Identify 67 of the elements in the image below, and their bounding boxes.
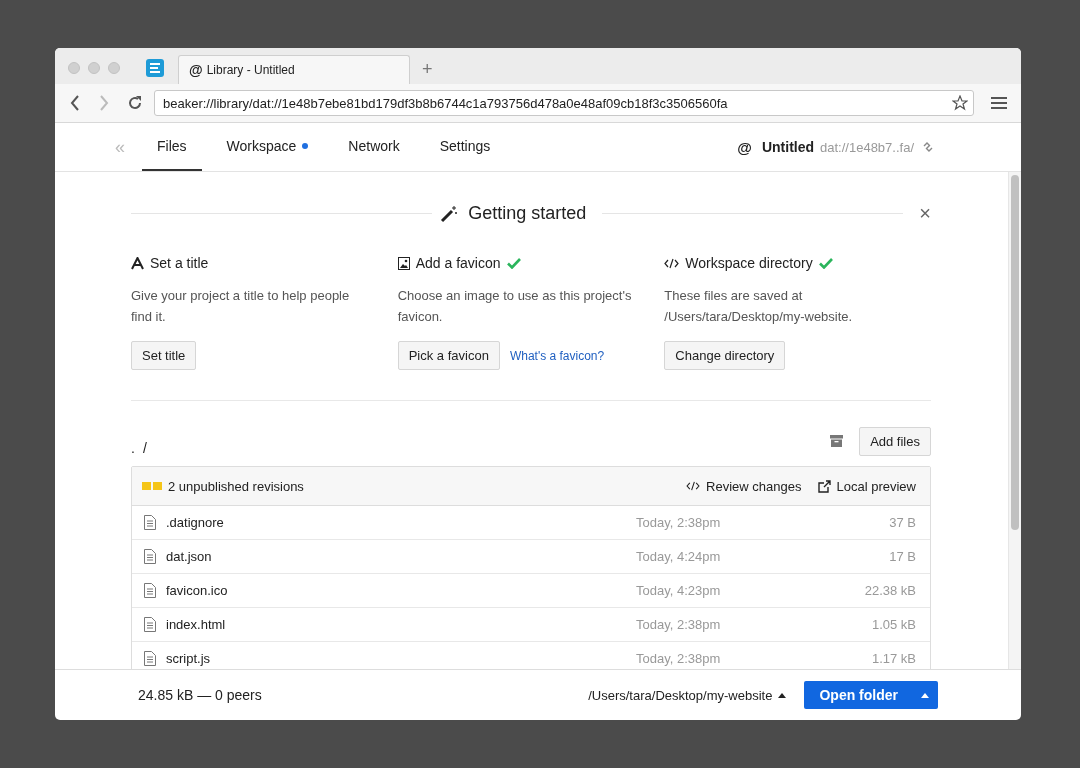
card-description: Give your project a title to help people find it. <box>131 287 351 326</box>
nav-tab[interactable]: Settings <box>424 123 506 171</box>
address-field[interactable]: beaker://library/dat://1e48b7ebe81bd179df3b8b6744c1a793756d478a0e48af09cb18f3c3506560fa <box>154 90 974 116</box>
breadcrumb-item[interactable]: / <box>142 440 147 456</box>
app-icon[interactable] <box>146 59 164 77</box>
file-size: 1.17 kB <box>870 651 916 666</box>
revision-icon <box>142 482 162 490</box>
file-icon <box>144 515 156 530</box>
review-changes-link[interactable]: Review changes <box>706 478 802 494</box>
help-link[interactable]: What's a favicon? <box>509 348 605 363</box>
breadcrumb-item[interactable]: . <box>131 440 135 456</box>
modified-date: Today, 4:24pm <box>636 549 722 564</box>
scrollbar-thumb[interactable] <box>1011 175 1019 530</box>
site-icon: @ <box>737 138 752 156</box>
modified-date: Today, 4:23pm <box>636 583 722 598</box>
folder-path[interactable]: /Users/tara/Desktop/my-website <box>588 687 773 703</box>
browser-tab[interactable]: @ Library - Untitled <box>178 55 410 84</box>
file-icon <box>144 583 156 598</box>
card-description: These files are saved at /Users/tara/Desktop/my-website. <box>664 287 854 326</box>
reload-icon[interactable] <box>127 95 143 111</box>
star-icon[interactable] <box>952 95 968 111</box>
font-icon <box>131 256 144 270</box>
nav-tab[interactable]: Files <box>142 123 202 171</box>
card-description: Choose an image to use as this project's favicon. <box>397 287 633 326</box>
external-link-icon[interactable] <box>817 479 831 493</box>
file-name[interactable]: index.html <box>166 617 636 632</box>
card-title: Add a favicon <box>415 255 501 271</box>
open-folder-button[interactable]: Open folder <box>804 681 912 709</box>
file-size: 37 B <box>888 515 916 530</box>
local-preview-link[interactable]: Local preview <box>836 478 916 494</box>
file-name[interactable]: dat.json <box>166 549 636 564</box>
menu-icon[interactable] <box>991 96 1007 110</box>
file-size: 22.38 kB <box>863 583 916 598</box>
archive-icon[interactable] <box>830 435 844 447</box>
modified-date: Today, 2:38pm <box>636 617 722 632</box>
close-button[interactable]: × <box>919 202 931 225</box>
link-icon[interactable] <box>922 141 934 153</box>
file-icon <box>144 617 156 632</box>
dropdown-button[interactable] <box>912 681 938 709</box>
file-name[interactable]: favicon.ico <box>166 583 636 598</box>
section-title: Getting started <box>468 203 587 224</box>
modified-date: Today, 2:38pm <box>636 515 722 530</box>
image-icon <box>397 256 410 270</box>
card-button[interactable]: Set title <box>131 341 197 370</box>
revisions-label: 2 unpublished revisions <box>168 478 304 494</box>
card-title: Set a title <box>150 255 209 271</box>
caret-icon[interactable] <box>778 692 787 698</box>
site-title: Untitled <box>761 139 815 155</box>
file-size: 17 B <box>888 549 916 564</box>
nav-tab[interactable]: Workspace <box>211 123 324 171</box>
code-icon <box>664 257 680 269</box>
magic-wand-icon <box>440 204 459 223</box>
file-name[interactable]: .datignore <box>166 515 636 530</box>
add-files-button[interactable]: Add files <box>859 426 931 456</box>
card-title: Workspace directory <box>685 255 813 271</box>
file-size: 1.05 kB <box>870 617 916 632</box>
card-button[interactable]: Change directory <box>664 341 786 370</box>
card-button[interactable]: Pick a favicon <box>397 341 500 370</box>
file-name[interactable]: script.js <box>166 651 636 666</box>
back-icon[interactable] <box>69 95 81 111</box>
nav-tab[interactable]: Network <box>333 123 415 171</box>
file-icon <box>144 549 156 564</box>
new-tab-button[interactable]: + <box>422 59 433 80</box>
file-icon <box>144 651 156 666</box>
modified-date: Today, 2:38pm <box>636 651 722 666</box>
code-icon[interactable] <box>686 481 701 491</box>
stats-label: 24.85 kB — 0 peers <box>138 687 262 703</box>
